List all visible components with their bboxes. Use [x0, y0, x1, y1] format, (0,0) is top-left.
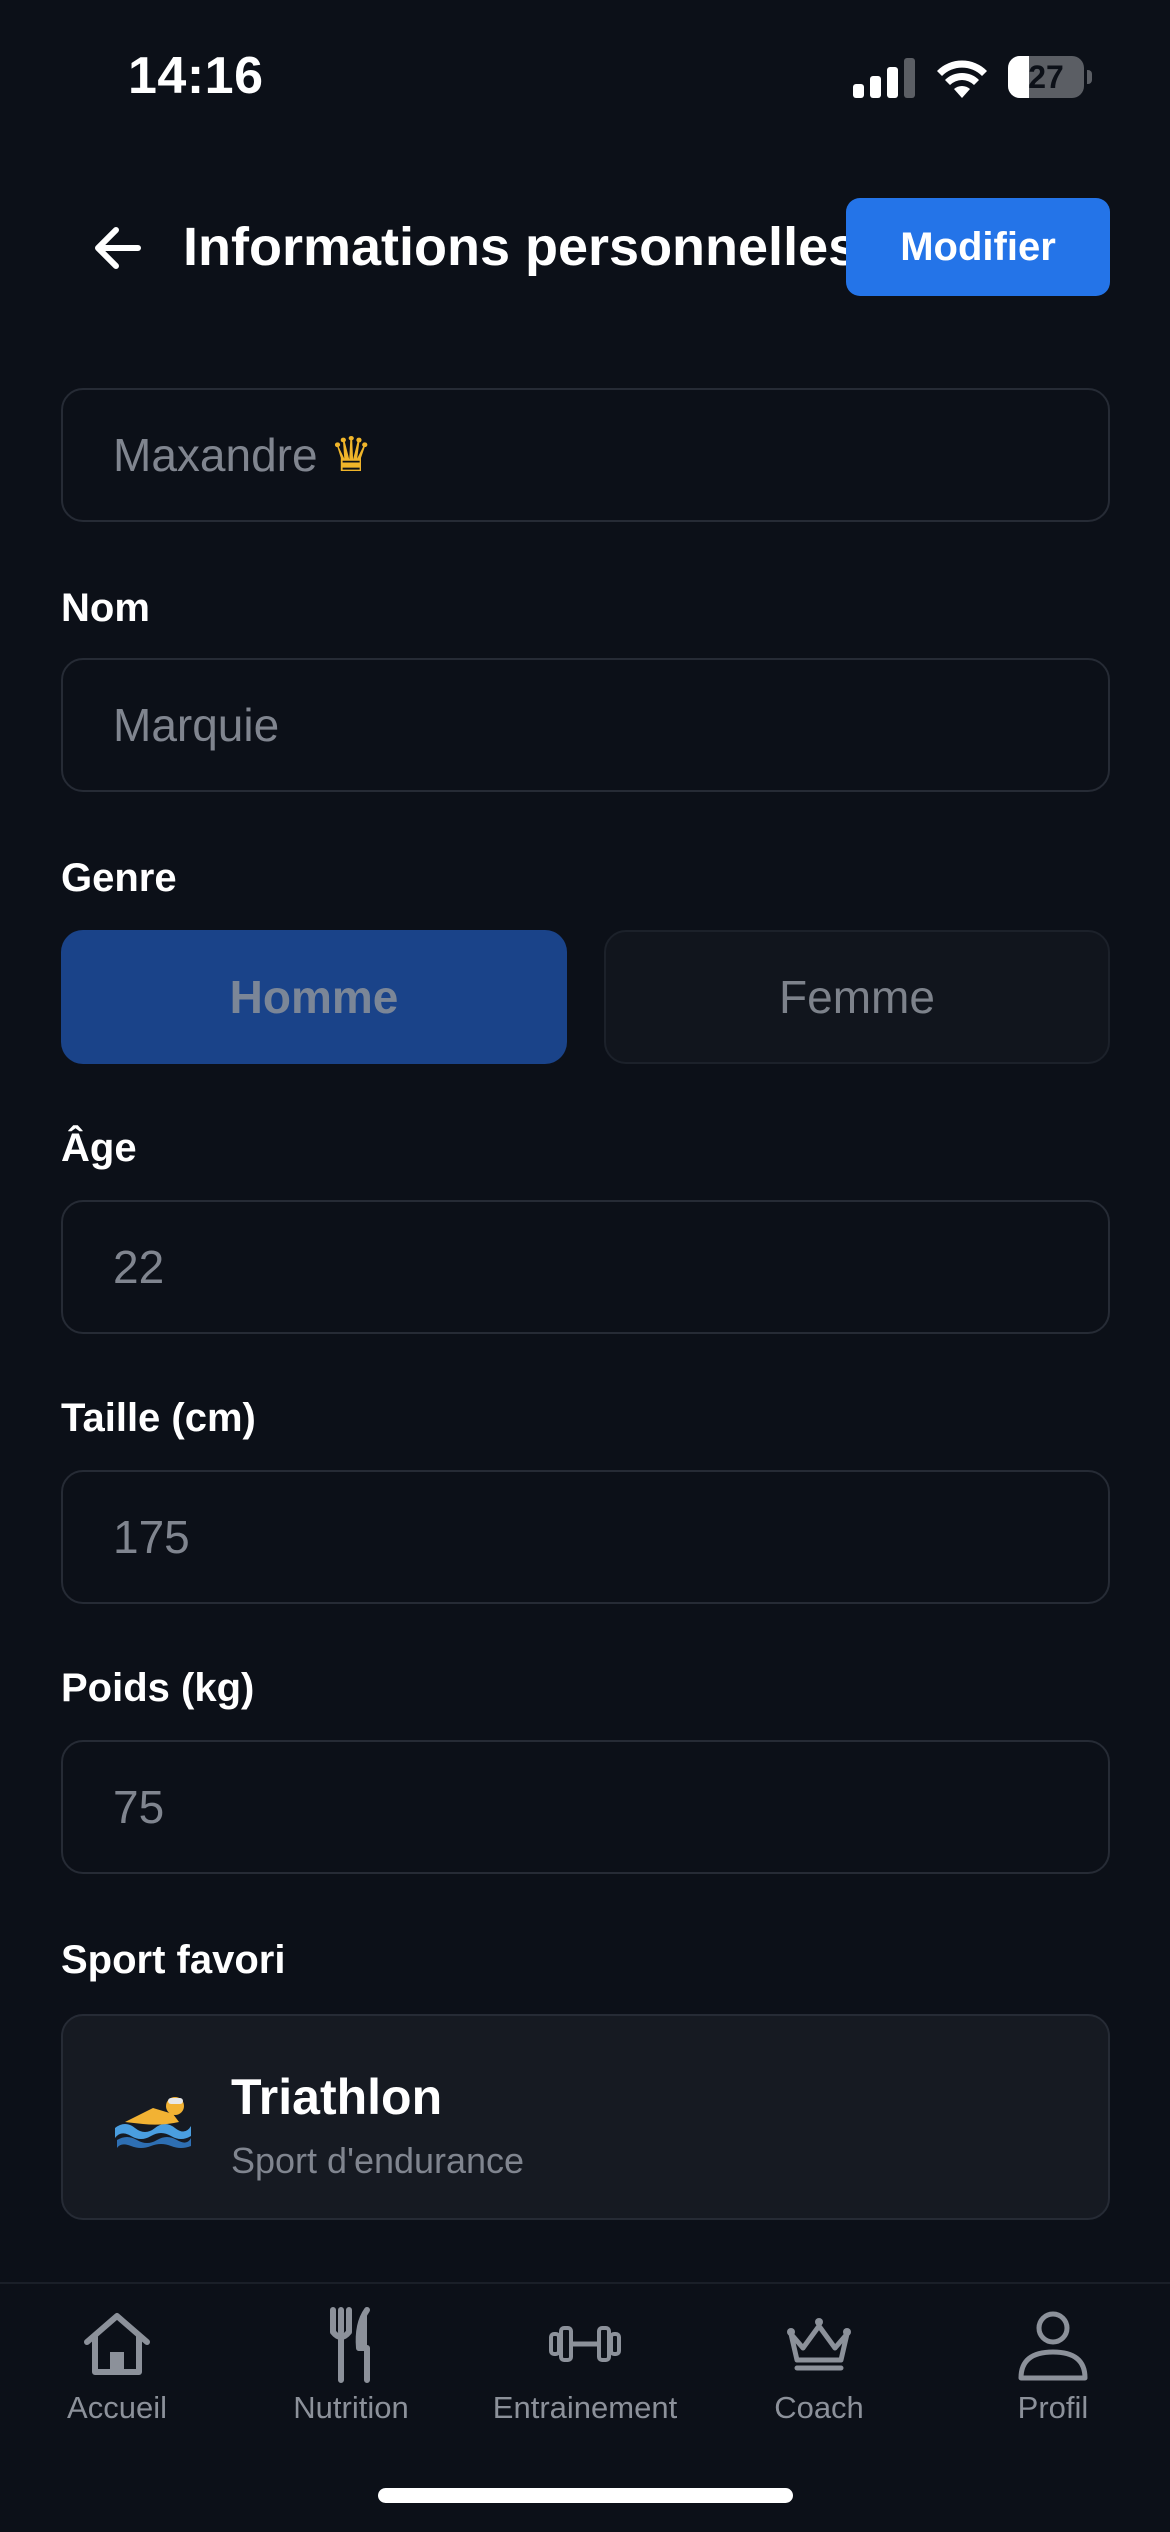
fork-knife-icon	[330, 2307, 370, 2383]
tab-nutrition-label: Nutrition	[293, 2390, 409, 2425]
tab-coach-label: Coach	[774, 2390, 864, 2425]
height-label: Taille (cm)	[61, 1396, 256, 1440]
age-label: Âge	[61, 1126, 137, 1170]
tab-profile-label: Profil	[1017, 2390, 1089, 2425]
tab-home-label: Accueil	[67, 2390, 167, 2425]
last-name-field[interactable]: Marquie	[61, 658, 1110, 792]
favorite-sport-card[interactable]: Triathlon Sport d'endurance	[61, 2014, 1110, 2220]
dumbbell-icon	[549, 2326, 621, 2362]
age-value: 22	[113, 1241, 165, 1293]
page-title: Informations personnelles	[183, 217, 859, 277]
tab-nutrition[interactable]: Nutrition	[234, 2304, 468, 2444]
arrow-left-icon[interactable]	[88, 218, 148, 278]
status-bar: 14:16 27	[0, 0, 1170, 150]
age-field[interactable]: 22	[61, 1200, 1110, 1334]
edit-button[interactable]: Modifier	[846, 198, 1110, 296]
gender-option-male[interactable]: Homme	[61, 930, 567, 1064]
gender-option-female[interactable]: Femme	[604, 930, 1110, 1064]
last-name-value: Marquie	[113, 699, 280, 751]
gender-label: Genre	[61, 856, 177, 900]
crown-icon: ♛	[329, 429, 373, 482]
crown-icon	[787, 2318, 851, 2371]
weight-label: Poids (kg)	[61, 1666, 255, 1710]
person-icon	[1018, 2311, 1088, 2381]
tab-coach[interactable]: Coach	[702, 2304, 936, 2444]
battery-icon: 27	[1008, 56, 1092, 98]
favorite-sport-name: Triathlon	[231, 2069, 443, 2125]
swimmer-icon	[115, 2097, 191, 2148]
cellular-signal-icon	[853, 58, 915, 98]
home-indicator[interactable]	[378, 2488, 793, 2503]
height-field[interactable]: 175	[61, 1470, 1110, 1604]
tab-profile[interactable]: Profil	[936, 2304, 1170, 2444]
battery-level: 27	[1028, 59, 1064, 95]
home-icon	[84, 2313, 150, 2375]
wifi-icon	[937, 60, 987, 98]
favorite-sport-label: Sport favori	[61, 1938, 286, 1982]
tab-training[interactable]: Entrainement	[468, 2304, 702, 2444]
first-name-field[interactable]: Maxandre ♛	[61, 388, 1110, 522]
favorite-sport-description: Sport d'endurance	[231, 2140, 525, 2181]
first-name-value: Maxandre ♛	[113, 429, 373, 482]
height-value: 175	[113, 1511, 190, 1563]
weight-field[interactable]: 75	[61, 1740, 1110, 1874]
weight-value: 75	[113, 1781, 165, 1833]
status-time: 14:16	[128, 47, 264, 105]
last-name-label: Nom	[61, 586, 150, 630]
tab-training-label: Entrainement	[492, 2390, 678, 2425]
tab-home[interactable]: Accueil	[0, 2304, 234, 2444]
